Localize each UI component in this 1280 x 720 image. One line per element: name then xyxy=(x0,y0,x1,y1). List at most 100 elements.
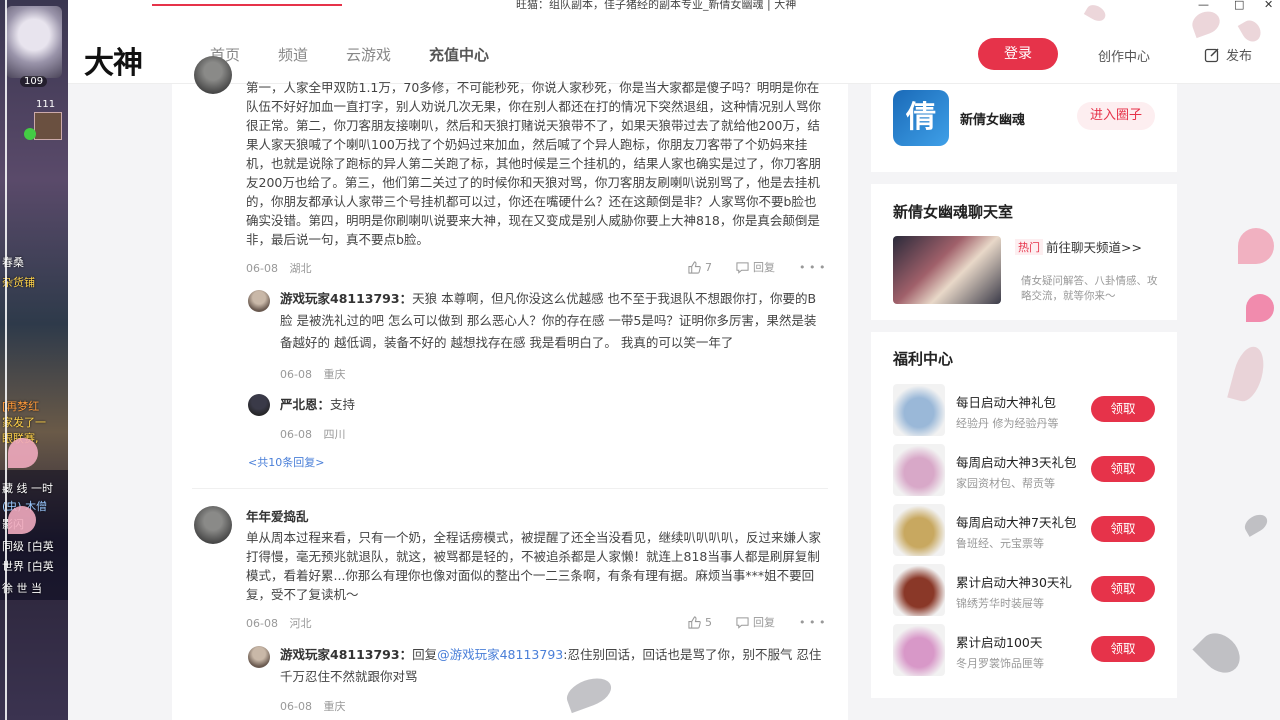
chatroom-description: 倩女疑问解答、八卦情感、攻略交流，就等你来～ xyxy=(1021,275,1158,302)
comment-body: 第一，人家全甲双防1.1万，70多修，不可能秒死，你说人家秒死，你是当大家都是傻… xyxy=(246,80,822,247)
minimize-icon[interactable]: — xyxy=(1198,0,1209,11)
comment-meta: 06-08 湖北 xyxy=(246,260,319,276)
like-button[interactable]: 5 xyxy=(688,616,712,629)
nav-channel[interactable]: 频道 xyxy=(278,44,308,65)
circle-name[interactable]: 新倩女幽魂 xyxy=(960,109,1025,128)
comment-list: 第一，人家全甲双防1.1万，70多修，不可能秒死，你说人家秒死，你是当大家都是傻… xyxy=(172,56,848,720)
avatar[interactable] xyxy=(248,394,270,416)
close-icon[interactable]: ✕ xyxy=(1264,0,1273,11)
like-count: 5 xyxy=(705,615,712,629)
game-text: [再梦红 xyxy=(2,400,40,413)
more-options-icon[interactable]: • • • xyxy=(799,616,825,629)
gift-subtitle: 鲁班经、元宝票等 xyxy=(956,537,1044,550)
claim-button[interactable]: 领取 xyxy=(1091,396,1155,422)
claim-button[interactable]: 领取 xyxy=(1091,516,1155,542)
creator-center-link[interactable]: 创作中心 xyxy=(1098,46,1150,65)
reply-button[interactable]: 回复 xyxy=(736,259,775,275)
chatroom-thumbnail[interactable] xyxy=(893,236,1001,304)
player-portrait[interactable] xyxy=(6,6,62,78)
target-level: 111 xyxy=(36,99,56,110)
gift-title: 累计启动大神30天礼 xyxy=(956,575,1072,590)
target-portrait[interactable] xyxy=(34,112,62,140)
gift-subtitle: 锦绣芳华时装屉等 xyxy=(956,597,1044,610)
publish-button[interactable]: 发布 xyxy=(1204,45,1252,64)
reply-text: 支持 xyxy=(330,397,356,412)
gift-subtitle: 家园资材包、帮贡等 xyxy=(956,477,1055,490)
comment-date: 06-08 xyxy=(246,617,278,630)
claim-button[interactable]: 领取 xyxy=(1091,636,1155,662)
window-title: 旺猫：组队副本，佳子猪经的副本专业_新倩女幽魂 | 大神 xyxy=(516,0,797,11)
game-app-icon[interactable]: 倩 xyxy=(893,90,949,146)
welfare-card: 福利中心 每日启动大神礼包 经验丹 修为经验丹等 领取 每周启动大神3天礼包 家园资材包… xyxy=(871,332,1177,698)
gift-title: 每周启动大神7天礼包 xyxy=(956,515,1077,530)
gift-subtitle: 经验丹 修为经验丹等 xyxy=(956,417,1059,430)
enter-circle-button[interactable]: 进入圈子 xyxy=(1077,102,1155,130)
comment-icon xyxy=(736,616,749,629)
reply-date: 06-08 xyxy=(280,700,312,713)
game-text: 世界 [白英 xyxy=(2,560,54,573)
reply-button[interactable]: 回复 xyxy=(736,614,775,630)
game-text: 同级 [白英 xyxy=(2,540,54,553)
avatar[interactable] xyxy=(248,646,270,668)
avatar[interactable] xyxy=(248,290,270,312)
reply-meta: 06-08 重庆 xyxy=(280,366,353,382)
claim-button[interactable]: 领取 xyxy=(1091,456,1155,482)
comment-meta: 06-08 河北 xyxy=(246,615,319,631)
reply-author[interactable]: 游戏玩家48113793： xyxy=(280,647,412,662)
reply-author[interactable]: 严北恩： xyxy=(280,397,330,412)
gift-icon xyxy=(893,384,945,436)
welfare-item: 每日启动大神礼包 经验丹 修为经验丹等 领取 xyxy=(893,384,1161,436)
petal-decoration xyxy=(1227,343,1269,405)
reply-body: 游戏玩家48113793：天狼 本尊啊，但凡你没这么优越感 也不至于我退队不想跟… xyxy=(280,288,826,354)
welfare-item: 累计启动100天 冬月罗裳饰品匣等 领取 xyxy=(893,624,1161,676)
thumbs-up-icon xyxy=(688,615,701,629)
reply-item: 游戏玩家48113793：回复@游戏玩家48113793:忍住别回话，回话也是骂… xyxy=(248,644,828,714)
gift-icon xyxy=(893,624,945,676)
reply-body: 游戏玩家48113793：回复@游戏玩家48113793:忍住别回话，回话也是骂… xyxy=(280,644,826,688)
claim-button[interactable]: 领取 xyxy=(1091,576,1155,602)
nav-cloud-game[interactable]: 云游戏 xyxy=(346,44,391,65)
welfare-title: 福利中心 xyxy=(893,350,954,368)
maximize-icon[interactable]: □ xyxy=(1234,0,1244,11)
hot-badge: 热门 xyxy=(1015,239,1043,255)
mention-link[interactable]: @游戏玩家48113793 xyxy=(437,647,563,662)
chatroom-card: 新倩女幽魂聊天室 热门 前往聊天频道>> 倩女疑问解答、八卦情感、攻略交流，就等… xyxy=(871,184,1177,320)
gift-title: 每周启动大神3天礼包 xyxy=(956,455,1077,470)
circle-card: 倩 新倩女幽魂 进入圈子 xyxy=(871,84,1177,172)
publish-label: 发布 xyxy=(1226,49,1253,64)
reply-body: 严北恩：支持 xyxy=(280,394,826,416)
comment-actions: 5 回复 • • • xyxy=(688,614,825,630)
gift-title: 累计启动100天 xyxy=(956,635,1043,650)
reply-date: 06-08 xyxy=(280,428,312,441)
more-replies-link[interactable]: <共10条回复> xyxy=(248,454,324,470)
comment-author[interactable]: 年年爱捣乱 xyxy=(246,506,309,525)
reply-item: 游戏玩家48113793：天狼 本尊啊，但凡你没这么优越感 也不至于我退队不想跟… xyxy=(248,288,828,381)
like-button[interactable]: 7 xyxy=(688,261,712,274)
petal-decoration xyxy=(1246,294,1274,322)
gift-icon xyxy=(893,444,945,496)
gift-title: 每日启动大神礼包 xyxy=(956,395,1057,410)
game-text: 徐 世 当 xyxy=(2,582,42,595)
welfare-item: 每周启动大神7天礼包 鲁班经、元宝票等 领取 xyxy=(893,504,1161,556)
comment-location: 湖北 xyxy=(289,262,312,275)
site-logo[interactable]: 大神 xyxy=(84,38,143,82)
login-button[interactable]: 登录 xyxy=(978,38,1058,70)
top-header: 大神 首页 频道 云游戏 充值中心 登录 创作中心 发布 xyxy=(68,14,1280,84)
chatroom-link[interactable]: 前往聊天频道>> xyxy=(1046,237,1142,256)
game-text: 家发了一 xyxy=(2,416,46,429)
avatar[interactable] xyxy=(194,506,232,544)
petal-decoration xyxy=(1238,228,1274,264)
welfare-item: 累计启动大神30天礼 锦绣芳华时装屉等 领取 xyxy=(893,564,1161,616)
player-level: 109 xyxy=(20,76,48,87)
nav-recharge[interactable]: 充值中心 xyxy=(429,44,489,65)
more-options-icon[interactable]: • • • xyxy=(799,261,825,274)
avatar[interactable] xyxy=(194,56,232,94)
window-edge xyxy=(5,0,7,720)
reply-label: 回复 xyxy=(753,261,775,274)
reply-meta: 06-08 四川 xyxy=(280,426,353,442)
reply-author[interactable]: 游戏玩家48113793： xyxy=(280,291,412,306)
like-count: 7 xyxy=(705,260,712,274)
tab-indicator xyxy=(152,4,342,6)
comment-body: 单从周本过程来看，只有一个奶，全程话痨模式，被提醒了还全当没看见，继续叭叭叭叭，… xyxy=(246,530,822,602)
reply-date: 06-08 xyxy=(280,368,312,381)
